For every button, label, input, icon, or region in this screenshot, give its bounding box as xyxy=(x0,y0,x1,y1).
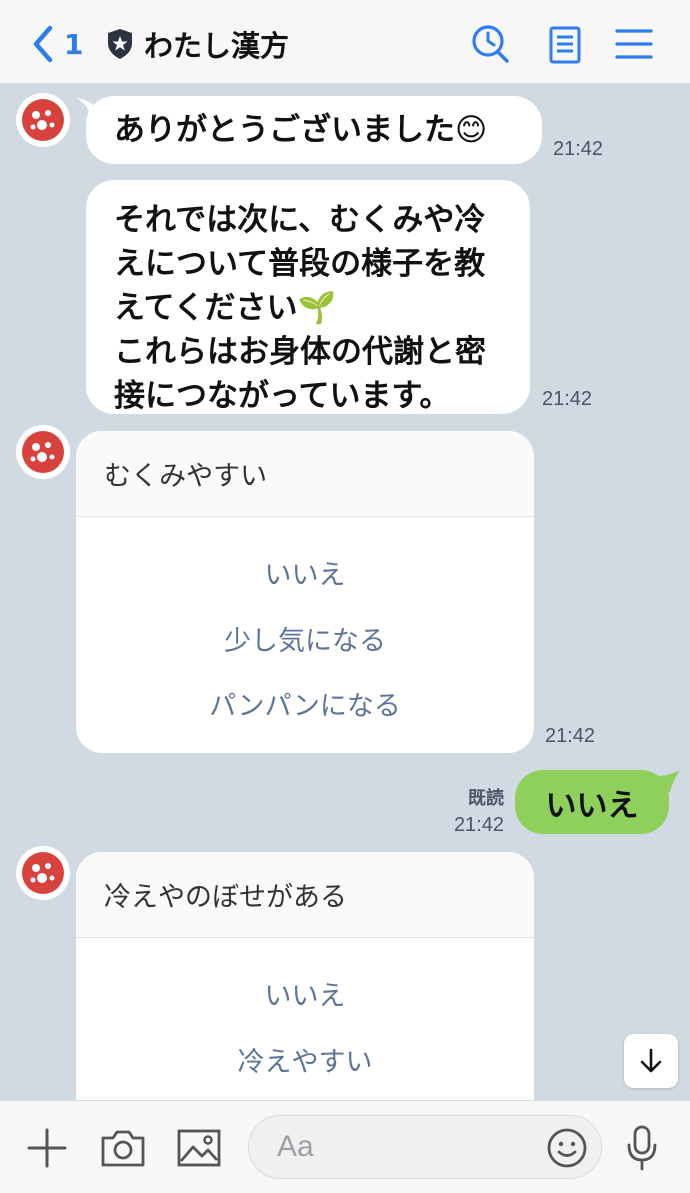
message-input[interactable] xyxy=(277,1130,517,1164)
card-question: むくみやすい xyxy=(76,431,534,517)
voice-button[interactable] xyxy=(626,1125,658,1175)
option-button[interactable]: いいえ xyxy=(76,553,534,592)
option-button[interactable]: パンパンになる xyxy=(76,684,534,723)
option-button[interactable]: いいえ xyxy=(76,974,534,1013)
microphone-icon xyxy=(627,1125,657,1171)
avatar-logo-icon xyxy=(22,431,64,473)
search-history-icon xyxy=(472,25,509,63)
search-button[interactable] xyxy=(470,22,510,66)
message-bubble[interactable]: ありがとうございました😊 xyxy=(86,96,542,164)
option-button[interactable]: 少し気になる xyxy=(76,619,534,658)
chat-title: わたし漢方 xyxy=(144,29,290,63)
question-card: 冷えやのぼせがある いいえ 冷えやすい xyxy=(76,852,534,1100)
notes-icon xyxy=(549,26,581,64)
plus-icon xyxy=(27,1128,67,1168)
scroll-to-bottom-button[interactable] xyxy=(624,1034,678,1088)
sender-avatar[interactable] xyxy=(16,846,70,900)
chat-header: 1 わたし漢方 xyxy=(0,0,690,84)
emoji-icon xyxy=(547,1128,587,1168)
menu-button[interactable] xyxy=(614,22,654,66)
question-card: むくみやすい いいえ 少し気になる パンパンになる xyxy=(76,431,534,753)
read-receipt: 既読 21:42 xyxy=(440,784,504,837)
back-chevron-icon xyxy=(33,25,53,63)
chat-area[interactable]: ありがとうございました😊 21:42 それでは次に、むくみや冷 えについて普段の… xyxy=(0,84,690,1100)
shield-star-icon xyxy=(108,29,132,59)
message-time: 21:42 xyxy=(542,388,593,410)
menu-icon xyxy=(615,29,653,59)
camera-button[interactable] xyxy=(100,1127,146,1173)
notes-button[interactable] xyxy=(546,22,586,66)
arrow-down-icon xyxy=(640,1048,662,1073)
message-text: いいえ xyxy=(545,787,639,824)
image-icon xyxy=(177,1129,221,1167)
message-text: それでは次に、むくみや冷 えについて普段の様子を教 えてください🌱 これらはお身… xyxy=(114,202,486,414)
message-time: 21:42 xyxy=(553,138,604,160)
back-button[interactable]: 1 xyxy=(30,22,83,66)
sender-avatar[interactable] xyxy=(16,93,70,147)
my-bubble-tail xyxy=(656,770,680,792)
my-message-bubble[interactable]: いいえ xyxy=(515,770,669,834)
option-button[interactable]: 冷えやすい xyxy=(76,1040,534,1079)
composer-bar xyxy=(0,1100,690,1193)
avatar-logo-icon xyxy=(22,99,64,141)
camera-icon xyxy=(101,1130,145,1167)
avatar-logo-icon xyxy=(22,852,64,894)
message-bubble[interactable]: それでは次に、むくみや冷 えについて普段の様子を教 えてください🌱 これらはお身… xyxy=(86,180,530,414)
chat-title-area[interactable]: わたし漢方 xyxy=(106,22,289,66)
unread-count: 1 xyxy=(64,27,84,61)
message-text: ありがとうございました😊 xyxy=(114,112,488,148)
emoji-button[interactable] xyxy=(546,1127,588,1173)
read-label: 既読 xyxy=(468,788,504,808)
message-time: 21:42 xyxy=(545,725,596,747)
add-button[interactable] xyxy=(26,1127,68,1173)
sender-avatar[interactable] xyxy=(16,425,70,479)
message-time: 21:42 xyxy=(453,814,504,836)
image-button[interactable] xyxy=(176,1128,222,1172)
card-question: 冷えやのぼせがある xyxy=(76,852,534,938)
